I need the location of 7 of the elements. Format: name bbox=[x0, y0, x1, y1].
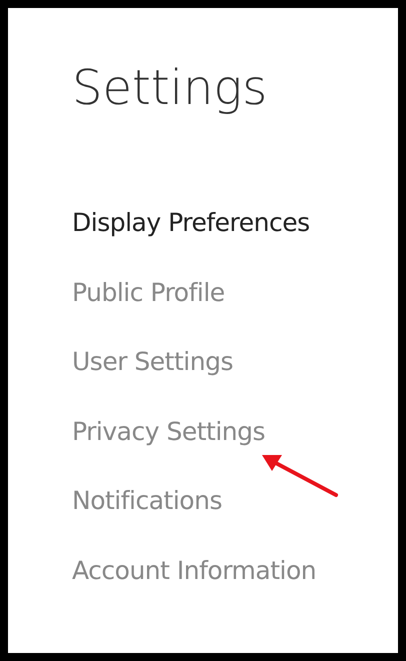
menu-item[interactable]: Display Preferences bbox=[72, 188, 310, 258]
menu-item[interactable]: User Settings bbox=[72, 327, 233, 396]
menu-item[interactable]: Notifications bbox=[72, 466, 222, 536]
menu-item[interactable]: Account Information bbox=[72, 536, 316, 605]
menu-item[interactable]: Public Profile bbox=[72, 258, 225, 327]
menu-item[interactable]: Privacy Settings bbox=[72, 396, 266, 466]
page-title: Settings bbox=[72, 59, 268, 118]
